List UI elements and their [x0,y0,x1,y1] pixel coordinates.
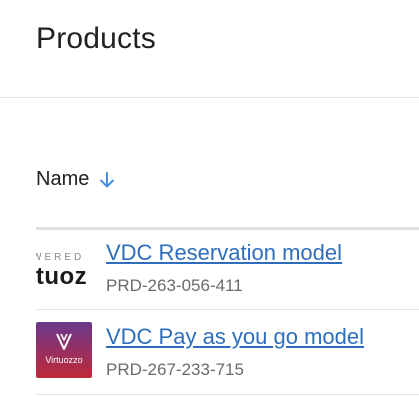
arrow-down-icon[interactable] [98,171,116,189]
column-header-label: Name [36,168,90,190]
virtuozzo-v-icon [56,333,72,350]
product-id: PRD-263-056-411 [106,276,243,295]
page-header: Products [0,0,419,98]
logo-text-main: Virtuozzo [45,355,83,365]
virtuozzo-powered-logo: WERED rtuoz [36,242,92,298]
row-divider [36,394,419,395]
product-name-link[interactable]: VDC Pay as you go model [106,324,364,350]
table-row: WERED rtuoz VDC Reservation model PRD-26… [36,230,419,308]
logo-text-main: rtuoz [36,263,88,290]
products-page: Products Name WERED rtuoz VDC Reservatio… [0,0,419,396]
product-id: PRD-267-233-715 [106,360,244,379]
column-header-name[interactable]: Name [36,168,116,191]
logo-text-top: WERED [36,252,85,263]
product-name-link[interactable]: VDC Reservation model [106,240,342,266]
virtuozzo-logo: Virtuozzo [36,322,92,378]
page-title: Products [36,22,156,55]
table-row: Virtuozzo VDC Pay as you go model PRD-26… [36,310,419,388]
